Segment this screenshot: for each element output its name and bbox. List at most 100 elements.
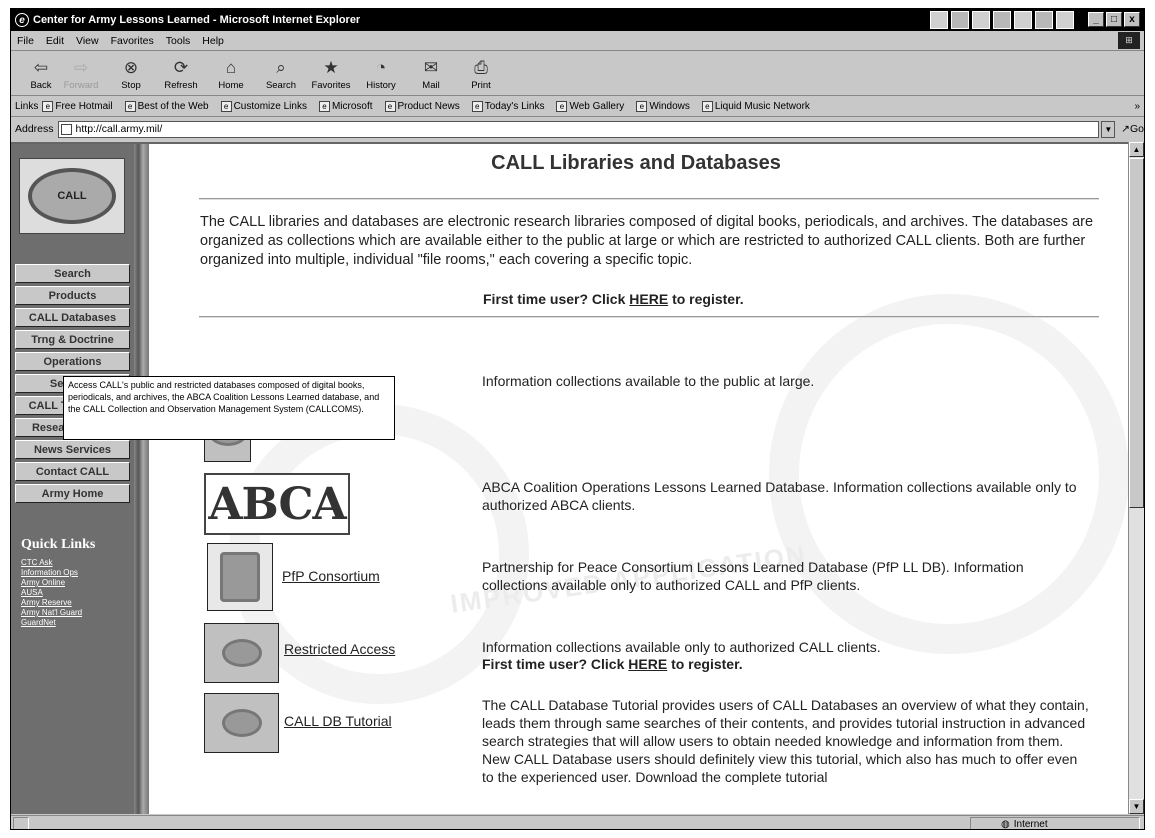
app-icon[interactable] bbox=[993, 11, 1011, 29]
title-bar[interactable]: e Center for Army Lessons Learned - Micr… bbox=[11, 9, 1144, 31]
links-item[interactable]: e Web Gallery bbox=[556, 101, 624, 112]
menu-edit[interactable]: Edit bbox=[46, 35, 64, 47]
nav-button[interactable]: Search bbox=[15, 264, 130, 283]
menu-file[interactable]: File bbox=[17, 35, 34, 47]
app-icon[interactable] bbox=[930, 11, 948, 29]
go-button[interactable]: ↗Go bbox=[1121, 123, 1144, 135]
zone-label: Internet bbox=[1013, 818, 1048, 830]
address-input[interactable]: http://call.army.mil/ bbox=[57, 120, 1100, 138]
print-button[interactable]: ⎙ Print bbox=[461, 58, 501, 91]
pfp-consortium-image[interactable] bbox=[207, 543, 273, 611]
nav-button[interactable]: News Services bbox=[15, 440, 130, 459]
quick-link[interactable]: GuardNet bbox=[21, 618, 56, 627]
links-item[interactable]: e Product News bbox=[384, 101, 460, 112]
links-bar: Links e Free Hotmail e Best of the Web e Cust… bbox=[11, 97, 1144, 117]
search-icon: ⌕ bbox=[276, 58, 286, 77]
entry-description: ABCA Coalition Operations Lessons Learne… bbox=[482, 479, 1077, 513]
sidebar: CALL Search Products CALL Databases Trng & … bbox=[11, 144, 134, 814]
history-button[interactable]: ◔ History bbox=[361, 58, 401, 91]
abca-logo-image[interactable]: ABCA bbox=[204, 473, 350, 535]
app-icon[interactable] bbox=[951, 11, 969, 29]
call-db-tutorial-link[interactable]: CALL DB Tutorial bbox=[284, 713, 392, 729]
links-label: Links bbox=[15, 101, 39, 112]
quick-link[interactable]: AUSA bbox=[21, 588, 43, 597]
pfp-consortium-link[interactable]: PfP Consortium bbox=[282, 568, 380, 584]
menu-tools[interactable]: Tools bbox=[166, 35, 191, 47]
toolbar-button-label: History bbox=[366, 80, 396, 91]
links-item[interactable]: e Best of the Web bbox=[124, 101, 209, 112]
app-icon[interactable] bbox=[972, 11, 990, 29]
nav-button[interactable]: Trng & Doctrine bbox=[15, 330, 130, 349]
home-button[interactable]: ⌂ Home bbox=[211, 58, 251, 91]
browser-window: e Center for Army Lessons Learned - Micr… bbox=[10, 8, 1145, 830]
links-item[interactable]: e Today's Links bbox=[471, 101, 544, 112]
restricted-access-link[interactable]: Restricted Access bbox=[284, 641, 395, 657]
app-icon[interactable] bbox=[1014, 11, 1032, 29]
minimize-button[interactable]: _ bbox=[1088, 12, 1104, 27]
scroll-thumb[interactable] bbox=[1129, 158, 1144, 508]
nav-button[interactable]: CALL Databases bbox=[15, 308, 130, 327]
refresh-button[interactable]: ⟳ Refresh bbox=[161, 58, 201, 91]
nav-button[interactable]: Products bbox=[15, 286, 130, 305]
status-page-icon bbox=[13, 816, 29, 829]
links-item[interactable]: e Windows bbox=[636, 101, 690, 112]
print-icon: ⎙ bbox=[474, 58, 488, 77]
address-url: http://call.army.mil/ bbox=[75, 123, 163, 135]
link-page-icon: e bbox=[556, 101, 568, 112]
maximize-button[interactable]: □ bbox=[1106, 12, 1122, 27]
nav-button[interactable]: Army Home bbox=[15, 484, 130, 503]
refresh-icon: ⟳ bbox=[173, 58, 189, 77]
nav-button[interactable]: Operations bbox=[15, 352, 130, 371]
close-button[interactable]: x bbox=[1124, 12, 1140, 27]
quick-link[interactable]: Information Ops bbox=[21, 568, 78, 577]
toolbar-button-label: Print bbox=[471, 80, 491, 91]
scroll-down-icon[interactable]: ▼ bbox=[1129, 799, 1144, 814]
register-here-link[interactable]: HERE bbox=[628, 656, 667, 672]
logo-text: CALL bbox=[57, 190, 87, 202]
mail-button[interactable]: ✉ Mail bbox=[411, 58, 451, 91]
home-icon: ⌂ bbox=[225, 58, 237, 77]
menu-help[interactable]: Help bbox=[202, 35, 224, 47]
stop-button[interactable]: ⊗ Stop bbox=[111, 58, 151, 91]
favorites-icon: ★ bbox=[323, 58, 339, 77]
links-item[interactable]: e Microsoft bbox=[318, 101, 373, 112]
register-here-link[interactable]: HERE bbox=[629, 291, 668, 307]
nav-button[interactable]: Contact CALL bbox=[15, 462, 130, 481]
call-logo[interactable]: CALL bbox=[19, 158, 125, 234]
forward-button[interactable]: ⇨ Forward bbox=[61, 58, 101, 91]
links-item[interactable]: e Liquid Music Network bbox=[701, 101, 810, 112]
register-prompt: First time user? Click HERE to register. bbox=[483, 291, 744, 307]
scroll-up-icon[interactable]: ▲ bbox=[1129, 142, 1144, 157]
menu-bar: File Edit View Favorites Tools Help ⊞ bbox=[11, 31, 1144, 51]
divider bbox=[199, 316, 1099, 318]
quick-link[interactable]: Army Online bbox=[21, 578, 65, 587]
vertical-scrollbar[interactable]: ▲ ▼ bbox=[1128, 142, 1144, 814]
quick-links-title: Quick Links bbox=[21, 537, 96, 552]
toolbar-button-label: Stop bbox=[121, 80, 141, 91]
links-item[interactable]: e Customize Links bbox=[220, 101, 307, 112]
link-page-icon: e bbox=[124, 101, 136, 112]
address-label: Address bbox=[15, 123, 54, 135]
link-page-icon: e bbox=[220, 101, 232, 112]
menu-view[interactable]: View bbox=[76, 35, 99, 47]
quick-link[interactable]: CTC Ask bbox=[21, 558, 53, 567]
menu-favorites[interactable]: Favorites bbox=[111, 35, 154, 47]
back-button[interactable]: ⇦ Back bbox=[21, 58, 61, 91]
quick-link[interactable]: Army Nat'l Guard bbox=[21, 608, 82, 617]
address-dropdown-icon[interactable]: ▼ bbox=[1101, 120, 1116, 138]
toolbar-button-label: Home bbox=[218, 80, 244, 91]
intro-text: The CALL libraries and databases are ele… bbox=[200, 214, 1094, 268]
search-button[interactable]: ⌕ Search bbox=[261, 58, 301, 91]
quick-link[interactable]: Army Reserve bbox=[21, 598, 72, 607]
app-icon[interactable] bbox=[1056, 11, 1074, 29]
links-more-chevron-icon[interactable]: » bbox=[1134, 101, 1140, 112]
stop-icon: ⊗ bbox=[123, 58, 139, 77]
favorites-button[interactable]: ★ Favorites bbox=[311, 58, 351, 91]
app-icon[interactable] bbox=[1035, 11, 1053, 29]
links-item[interactable]: e Free Hotmail bbox=[42, 101, 113, 112]
restricted-access-image[interactable] bbox=[204, 623, 279, 683]
page-content: IMPROVED APPLICATION CALL Search Products… bbox=[11, 142, 1128, 814]
globe-icon: ◍ bbox=[1001, 818, 1010, 830]
entry-description: Information collections available only t… bbox=[482, 639, 881, 655]
db-tutorial-image[interactable] bbox=[204, 693, 279, 753]
